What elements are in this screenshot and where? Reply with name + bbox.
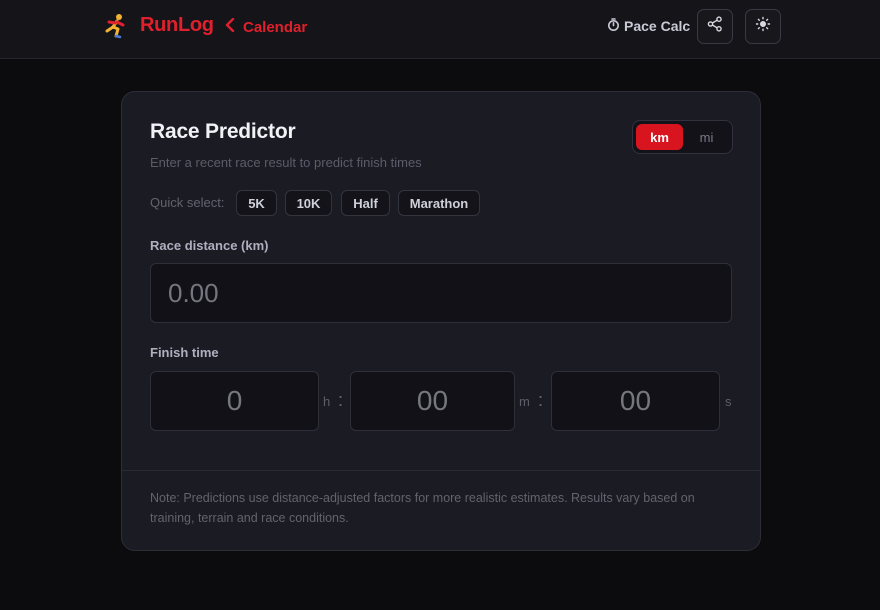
quick-select-marathon[interactable]: Marathon [398,190,480,216]
pace-calc-link[interactable]: Pace Calc [607,17,690,35]
pace-calc-label: Pace Calc [624,18,691,34]
quick-select-5k[interactable]: 5K [236,190,277,216]
card-title: Race Predictor [150,120,296,143]
quick-select-10k[interactable]: 10K [285,190,332,216]
sun-icon [755,16,771,37]
finish-time-label: Finish time [150,345,219,360]
share-button[interactable] [697,9,733,44]
race-predictor-card: Race Predictor Enter a recent race resul… [121,91,761,551]
runner-emoji-icon [104,13,128,39]
hours-unit: h [323,394,331,409]
quick-select-half[interactable]: Half [341,190,390,216]
time-separator: : [538,390,544,410]
minutes-unit: m [519,394,530,409]
unit-option-km[interactable]: km [636,124,683,150]
card-subtitle: Enter a recent race result to predict fi… [150,155,422,170]
minutes-input[interactable]: 00 [350,371,515,431]
hours-input[interactable]: 0 [150,371,319,431]
time-separator: : [338,390,344,410]
distance-label: Race distance (km) [150,238,269,253]
chevron-left-icon [225,17,235,36]
brand-name[interactable]: RunLog [140,14,214,37]
distance-input[interactable]: 0.00 [150,263,732,323]
disclaimer-note: Note: Predictions use distance-adjusted … [150,491,695,525]
share-icon [707,16,723,37]
unit-toggle: km mi [632,120,733,154]
quick-select-label: Quick select: [150,195,225,210]
card-divider [122,470,760,471]
stopwatch-icon [607,18,620,34]
back-to-calendar-link[interactable]: Calendar [225,17,307,37]
theme-toggle-button[interactable] [745,9,781,44]
seconds-input[interactable]: 00 [551,371,720,431]
back-label: Calendar [243,18,308,36]
unit-option-mi[interactable]: mi [683,124,730,150]
seconds-unit: s [725,394,732,409]
top-nav: RunLog Calendar Pace Calc [0,0,880,59]
